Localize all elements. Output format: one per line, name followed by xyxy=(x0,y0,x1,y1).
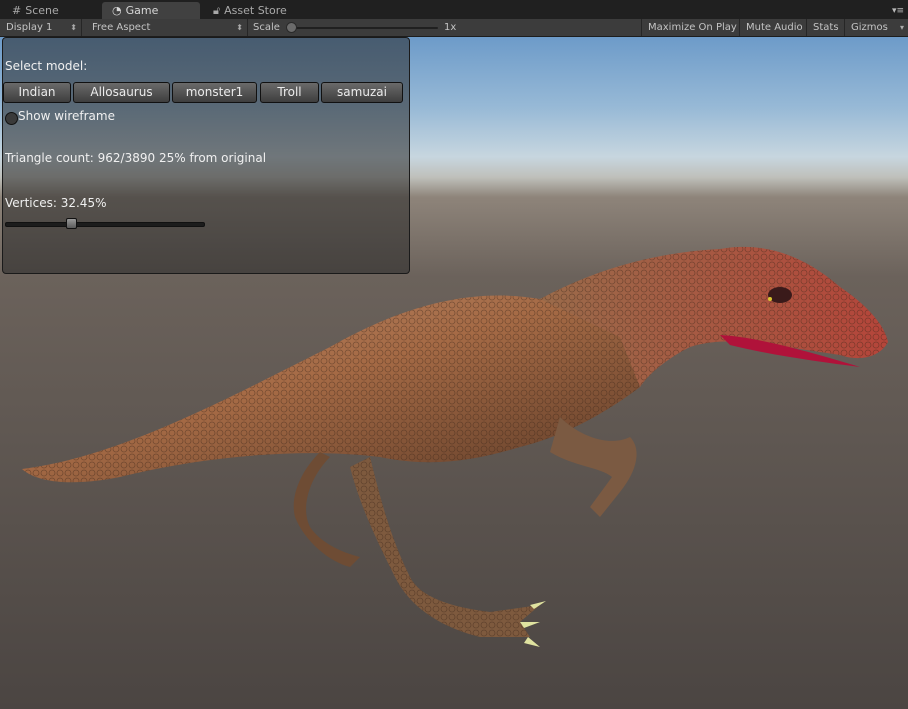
model-button-indian[interactable]: Indian xyxy=(3,82,71,103)
model-button-allosaurus[interactable]: Allosaurus xyxy=(73,82,170,103)
mute-audio-toggle[interactable]: Mute Audio xyxy=(740,19,807,36)
window-menu-icon[interactable]: ▾≡ xyxy=(892,6,904,16)
model-control-panel: Select model: Indian Allosaurus monster1… xyxy=(2,37,410,274)
gizmos-label: Gizmos xyxy=(851,22,888,33)
vertices-slider-handle[interactable] xyxy=(65,218,77,229)
vertices-slider-track[interactable] xyxy=(5,222,205,227)
triangle-count-text: Triangle count: 962/3890 25% from origin… xyxy=(5,151,267,165)
maximize-on-play-toggle[interactable]: Maximize On Play xyxy=(641,19,740,36)
scale-slider-handle[interactable] xyxy=(286,22,297,33)
tab-scene-label: Scene xyxy=(25,4,59,17)
pacman-icon: ◔ xyxy=(112,4,122,17)
stats-toggle[interactable]: Stats xyxy=(807,19,845,36)
scale-slider-track[interactable] xyxy=(292,27,438,29)
model-button-monster1[interactable]: monster1 xyxy=(172,82,257,103)
mute-audio-label: Mute Audio xyxy=(746,22,803,33)
maximize-on-play-label: Maximize On Play xyxy=(648,22,737,33)
wireframe-toggle[interactable] xyxy=(5,112,18,125)
game-toolbar: Display 1 ⬍ Free Aspect ⬍ Scale 1x Maxim… xyxy=(0,19,908,37)
model-button-troll[interactable]: Troll xyxy=(260,82,319,103)
dropdown-arrow-icon: ▾ xyxy=(899,23,904,32)
stats-label: Stats xyxy=(813,22,839,33)
scale-label: Scale xyxy=(253,22,280,33)
scale-value: 1x xyxy=(444,22,457,33)
tab-asset-store[interactable]: 🔓︎ Asset Store xyxy=(203,2,303,19)
vertices-label: Vertices: 32.45% xyxy=(5,196,107,210)
wireframe-label[interactable]: Show wireframe xyxy=(18,109,115,123)
tab-game-label: Game xyxy=(125,4,159,17)
dropdown-arrow-icon: ⬍ xyxy=(236,23,243,32)
model-button-samuzai[interactable]: samuzai xyxy=(321,82,403,103)
aspect-dropdown-label: Free Aspect xyxy=(92,22,151,33)
tab-game[interactable]: ◔ Game xyxy=(102,2,200,19)
grid-icon: # xyxy=(12,4,22,17)
tab-asset-store-label: Asset Store xyxy=(224,4,287,17)
gizmos-dropdown[interactable]: Gizmos ▾ xyxy=(845,19,908,36)
tab-scene[interactable]: # Scene xyxy=(2,2,82,19)
display-dropdown[interactable]: Display 1 ⬍ xyxy=(0,19,82,36)
lock-icon: 🔓︎ xyxy=(213,4,221,17)
display-dropdown-label: Display 1 xyxy=(6,22,53,33)
aspect-dropdown[interactable]: Free Aspect ⬍ xyxy=(86,19,248,36)
select-model-label: Select model: xyxy=(5,59,88,73)
dropdown-arrow-icon: ⬍ xyxy=(70,23,77,32)
editor-tab-bar: # Scene ◔ Game 🔓︎ Asset Store ▾≡ xyxy=(0,0,908,19)
